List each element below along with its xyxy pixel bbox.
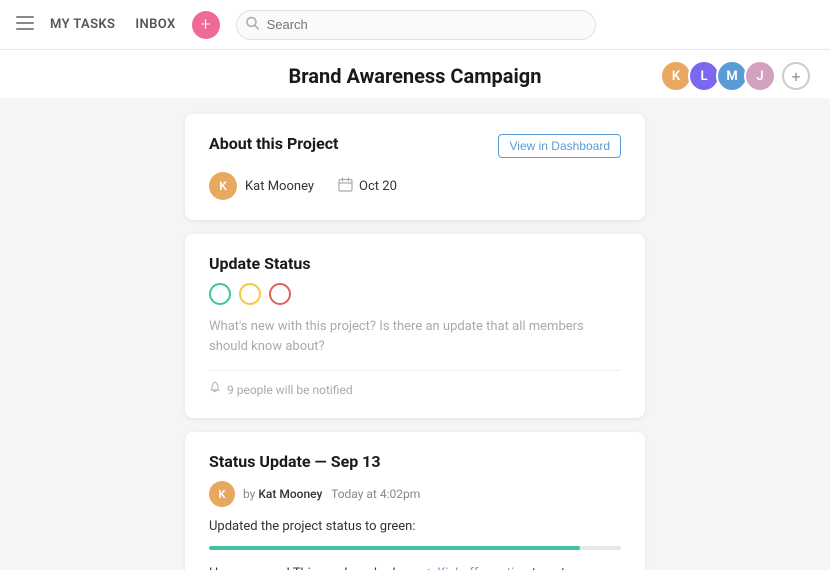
nav-inbox[interactable]: INBOX xyxy=(135,17,175,32)
status-placeholder-text: What's new with this project? Is there a… xyxy=(209,317,621,356)
checkmark-icon: ✓ xyxy=(421,566,432,570)
meta-date: Oct 20 xyxy=(338,177,397,196)
author-avatar: K xyxy=(209,481,235,507)
update-status-card: Update Status What's new with this proje… xyxy=(185,234,645,418)
status-update-card: Status Update — Sep 13 K by Kat Mooney T… xyxy=(185,432,645,570)
page-title: Brand Awareness Campaign xyxy=(289,64,542,88)
view-dashboard-button[interactable]: View in Dashboard xyxy=(498,134,621,158)
search-bar xyxy=(236,10,596,40)
author-name: Kat Mooney xyxy=(258,487,322,501)
search-input[interactable] xyxy=(236,10,596,40)
nav-links: MY TASKS INBOX xyxy=(50,17,176,32)
update-timestamp: Today at 4:02pm xyxy=(331,487,420,501)
project-meta: K Kat Mooney Oct 20 xyxy=(209,172,621,200)
kickoff-meeting-link[interactable]: Kickoff meeting xyxy=(437,566,528,570)
by-label: by xyxy=(243,487,255,501)
owner-name: Kat Mooney xyxy=(245,179,314,194)
notification-row: 9 people will be notified xyxy=(209,370,621,398)
status-yellow[interactable] xyxy=(239,283,261,305)
project-date: Oct 20 xyxy=(359,179,397,194)
status-green-label: Updated the project status to green: xyxy=(209,519,621,534)
status-red[interactable] xyxy=(269,283,291,305)
status-update-title: Status Update — Sep 13 xyxy=(209,452,621,471)
main-content: About this Project View in Dashboard K K… xyxy=(0,98,830,570)
notification-text: 9 people will be notified xyxy=(227,383,353,397)
card-header-row: About this Project View in Dashboard xyxy=(209,134,621,158)
update-author-row: K by Kat Mooney Today at 4:02pm xyxy=(209,481,621,507)
meta-owner: K Kat Mooney xyxy=(209,172,314,200)
avatar-4[interactable]: J xyxy=(744,60,776,92)
about-project-card: About this Project View in Dashboard K K… xyxy=(185,114,645,220)
status-bar-container xyxy=(209,546,621,550)
header-avatars: K L M J + xyxy=(660,60,810,92)
owner-avatar: K xyxy=(209,172,237,200)
author-info: by Kat Mooney Today at 4:02pm xyxy=(243,487,420,501)
search-icon xyxy=(246,16,259,33)
status-circles xyxy=(209,283,621,305)
about-project-title: About this Project xyxy=(209,134,338,153)
add-member-button[interactable]: + xyxy=(782,62,810,90)
status-green[interactable] xyxy=(209,283,231,305)
page-header: Brand Awareness Campaign K L M J + xyxy=(0,50,830,98)
update-body: Hey everyone! This week we had our ✓ Kic… xyxy=(209,564,621,570)
nav-my-tasks[interactable]: MY TASKS xyxy=(50,17,115,32)
bell-icon xyxy=(209,381,221,398)
body-before: Hey everyone! This week we had our xyxy=(209,566,418,570)
top-nav: MY TASKS INBOX + xyxy=(0,0,830,50)
hamburger-icon[interactable] xyxy=(16,14,34,35)
update-status-title: Update Status xyxy=(209,254,621,273)
nav-add-button[interactable]: + xyxy=(192,11,220,39)
calendar-icon xyxy=(338,177,353,196)
status-bar-fill xyxy=(209,546,580,550)
